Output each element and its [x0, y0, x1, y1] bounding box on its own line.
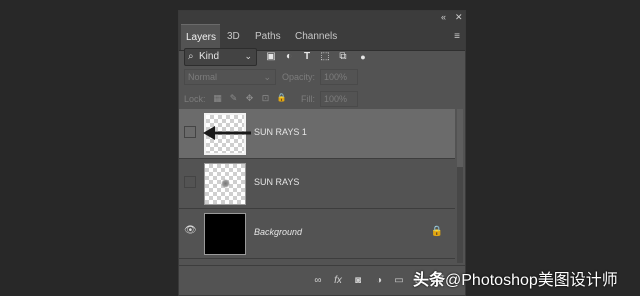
lock-all-icon[interactable]: 🔒 [276, 92, 287, 104]
eye-icon[interactable]: 👁 [184, 226, 197, 238]
layer-row-sun-rays-1[interactable]: SUN RAYS 1 [179, 109, 455, 159]
lock-icon: 🔒 [430, 226, 443, 237]
fill-field[interactable]: 100% [320, 91, 358, 107]
visibility-toggle[interactable] [184, 176, 196, 188]
lock-transparent-icon[interactable]: ▦ [212, 92, 223, 104]
lock-artboard-icon[interactable]: ⊡ [260, 92, 271, 104]
watermark: 头条@Photoshop美图设计师 [413, 266, 618, 290]
panel-title-bar: « ✕ [179, 11, 465, 24]
tab-channels[interactable]: Channels [290, 24, 340, 50]
chevron-down-icon: ⌄ [263, 72, 271, 82]
add-mask-icon[interactable]: ◙ [351, 274, 365, 288]
adjustment-layer-icon[interactable]: ◑ [372, 274, 386, 288]
tab-layers[interactable]: Layers [181, 24, 220, 50]
link-layers-icon[interactable]: ∞ [311, 274, 325, 288]
lock-position-icon[interactable]: ✥ [244, 92, 255, 104]
fill-label: Fill: [301, 94, 315, 104]
lock-label: Lock: [184, 94, 206, 104]
layer-name[interactable]: Background [254, 227, 302, 237]
layer-row-background[interactable]: 👁 Background 🔒 [179, 209, 455, 259]
panel-tabs: Layers 3D Paths Channels ≡ [179, 24, 465, 51]
close-icon[interactable]: ✕ [455, 12, 463, 23]
layers-panel: « ✕ Layers 3D Paths Channels ≡ ⌕ Kind ⌄ … [178, 10, 466, 296]
watermark-text: @Photoshop美图设计师 [445, 272, 618, 289]
visibility-toggle[interactable] [184, 126, 196, 138]
image-filter-icon[interactable]: ▣ [265, 51, 277, 63]
layer-thumbnail[interactable] [204, 163, 246, 205]
layer-name[interactable]: SUN RAYS [254, 177, 299, 187]
layer-list: SUN RAYS 1 SUN RAYS 👁 Background 🔒 [179, 109, 455, 263]
opacity-field[interactable]: 100% [320, 69, 358, 85]
lock-paint-icon[interactable]: ✎ [228, 92, 239, 104]
layer-row-sun-rays[interactable]: SUN RAYS [179, 159, 455, 209]
adjustment-filter-icon[interactable]: ◐ [283, 51, 295, 63]
layer-name[interactable]: SUN RAYS 1 [254, 127, 307, 137]
tab-3d[interactable]: 3D [222, 24, 244, 50]
watermark-brand: 头条 [413, 272, 446, 289]
new-group-icon[interactable]: ▭ [392, 274, 406, 288]
collapse-icon[interactable]: « [441, 12, 446, 22]
smart-object-filter-icon[interactable]: ⧉ [337, 51, 349, 63]
chevron-down-icon: ⌄ [244, 51, 252, 61]
layer-thumbnail[interactable] [204, 213, 246, 255]
blend-mode-select[interactable]: Normal ⌄ [184, 69, 276, 85]
layer-list-scrollbar[interactable] [457, 109, 463, 263]
filter-kind-label: Kind [199, 51, 220, 62]
panel-menu-icon[interactable]: ≡ [454, 24, 460, 50]
tab-paths[interactable]: Paths [250, 24, 286, 50]
fx-icon[interactable]: fx [331, 274, 345, 288]
shape-filter-icon[interactable]: ⬚ [319, 51, 331, 63]
filter-toggle-icon[interactable]: ● [357, 51, 369, 63]
filter-kind-select[interactable]: ⌕ Kind ⌄ [184, 48, 257, 66]
scrollbar-thumb[interactable] [457, 109, 463, 167]
opacity-label: Opacity: [282, 72, 316, 82]
blend-mode-value: Normal [188, 72, 218, 82]
type-filter-icon[interactable]: T [301, 51, 313, 63]
search-icon: ⌕ [188, 51, 194, 62]
arrow-annotation-icon [203, 126, 251, 140]
sun-rays-preview [221, 179, 230, 188]
